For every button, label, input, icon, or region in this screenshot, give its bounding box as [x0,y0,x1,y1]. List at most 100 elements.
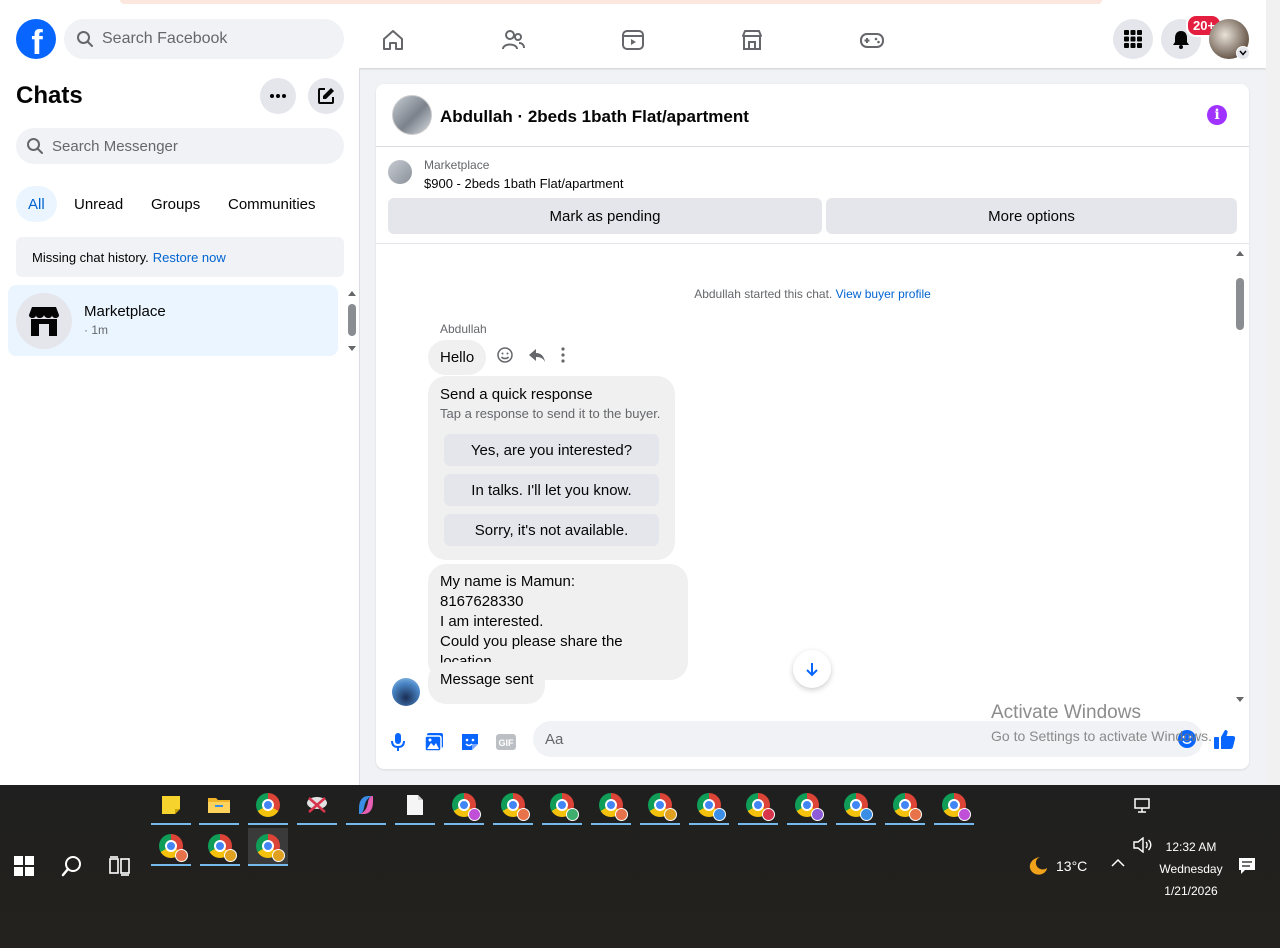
photo-icon[interactable] [422,730,446,754]
chrome-profile-icon[interactable] [542,787,582,825]
chrome-profile-icon[interactable] [934,787,974,825]
profile-badge [811,808,824,821]
chrome-profile-icon[interactable] [836,787,876,825]
chat-started-text: Abdullah started this chat. [694,287,833,301]
watermark-subtitle: Go to Settings to activate Windows. [991,728,1212,744]
compose-icon [316,86,336,106]
chrome-profile-icon-active[interactable] [248,828,288,866]
sticker-icon[interactable] [458,730,482,754]
react-icon[interactable] [496,346,514,364]
message-bubble[interactable]: Hello [428,340,487,375]
chrome-icon[interactable] [248,787,288,825]
listing-title[interactable]: $900 - 2beds 1bath Flat/apartment [424,176,623,191]
sticky-notes-icon[interactable] [151,787,191,825]
chrome-profile-icon[interactable] [689,787,729,825]
profile-badge [762,808,775,821]
search-icon[interactable] [61,855,83,877]
home-icon[interactable] [375,22,411,58]
chrome-profile-icon[interactable] [591,787,631,825]
scroll-to-bottom-button[interactable] [793,650,831,688]
document-icon[interactable] [395,787,435,825]
conversation-title[interactable]: Abdullah · 2beds 1bath Flat/apartment [440,107,749,127]
chrome-profile-icon[interactable] [493,787,533,825]
messenger-search-box[interactable]: Search Messenger [16,128,344,164]
svg-text:GIF: GIF [499,738,515,748]
profile-badge [224,849,237,862]
chrome-profile-icon[interactable] [738,787,778,825]
quick-response-option[interactable]: Yes, are you interested? [444,434,659,466]
profile-badge [272,849,285,862]
chat-started-notice: Abdullah started this chat. View buyer p… [376,287,1249,301]
snipping-tool-icon[interactable] [297,787,337,825]
message-line: I am interested. [440,613,544,630]
microphone-icon[interactable] [386,730,410,754]
chrome-profile-icon[interactable] [444,787,484,825]
browser-tint-strip [120,0,1102,4]
windows-start-icon[interactable] [14,856,34,876]
listing-avatar[interactable] [392,95,432,135]
info-icon[interactable]: i [1207,105,1227,125]
chrome-profile-icon[interactable] [151,828,191,866]
quick-response-title: Send a quick response [440,386,593,403]
conversation-window: Abdullah · 2beds 1bath Flat/apartment i … [376,84,1249,769]
gif-icon[interactable]: GIF [494,730,518,754]
chrome-profile-icon[interactable] [787,787,827,825]
chrome-profile-icon[interactable] [640,787,680,825]
chat-list-scrollbar[interactable] [346,288,358,354]
chrome-profile-icon[interactable] [885,787,925,825]
filter-tab-unread[interactable]: Unread [62,186,135,222]
conversation-scrollbar[interactable] [1233,248,1247,708]
watch-icon[interactable] [615,22,651,58]
gaming-icon[interactable] [854,22,890,58]
more-horizontal-icon [269,93,287,99]
marketplace-label: Marketplace [424,158,490,172]
profile-badge [615,808,628,821]
chrome-profile-icon[interactable] [200,828,240,866]
quick-response-option[interactable]: In talks. I'll let you know. [444,474,659,506]
facebook-search-placeholder: Search Facebook [102,30,228,47]
listing-thumbnail[interactable] [388,160,412,184]
facebook-logo-icon[interactable]: f [16,19,56,59]
svg-text:f: f [31,24,43,59]
restore-notice-text: Missing chat history. [32,249,149,265]
profile-badge [958,808,971,821]
new-message-button[interactable] [308,78,344,114]
profile-badge [664,808,677,821]
task-view-icon[interactable] [109,856,131,876]
quick-response-option[interactable]: Sorry, it's not available. [444,514,659,546]
menu-grid-button[interactable] [1113,19,1153,59]
filter-tab-all[interactable]: All [16,186,57,222]
page-scrollbar[interactable] [1266,0,1280,785]
friends-icon[interactable] [495,22,531,58]
marketplace-icon[interactable] [734,22,770,58]
chats-options-button[interactable] [260,78,296,114]
filter-tab-communities[interactable]: Communities [216,186,328,222]
chevron-down-icon[interactable] [1236,46,1250,60]
quick-response-subtitle: Tap a response to send it to the buyer. [440,406,661,421]
mark-as-pending-button[interactable]: Mark as pending [388,198,822,234]
chevron-up-icon[interactable] [1110,858,1126,868]
weather-widget[interactable]: 13°C [1026,855,1087,877]
arrow-down-icon [804,661,820,677]
grid-icon [1123,29,1143,49]
sender-name: Abdullah [440,322,487,336]
file-explorer-icon[interactable] [199,787,239,825]
messenger-search-placeholder: Search Messenger [52,137,178,155]
copilot-icon[interactable] [346,787,386,825]
clock[interactable]: 12:32 AM Wednesday 1/21/2026 [1150,836,1232,902]
store-icon [26,303,62,339]
more-options-button[interactable]: More options [826,198,1237,234]
facebook-search-box[interactable]: Search Facebook [64,19,344,59]
divider [376,243,1249,244]
chat-list-item[interactable]: Marketplace · 1m [8,285,338,356]
notification-center-icon[interactable] [1238,857,1256,875]
thumbs-up-icon[interactable] [1213,727,1237,751]
view-buyer-profile-link[interactable]: View buyer profile [836,287,931,301]
filter-tab-groups[interactable]: Groups [139,186,212,222]
marketplace-avatar [16,293,72,349]
network-icon[interactable] [1133,797,1151,813]
reply-icon[interactable] [528,346,546,364]
search-icon [76,30,94,48]
restore-now-link[interactable]: Restore now [153,250,226,265]
more-vertical-icon[interactable] [560,346,566,364]
